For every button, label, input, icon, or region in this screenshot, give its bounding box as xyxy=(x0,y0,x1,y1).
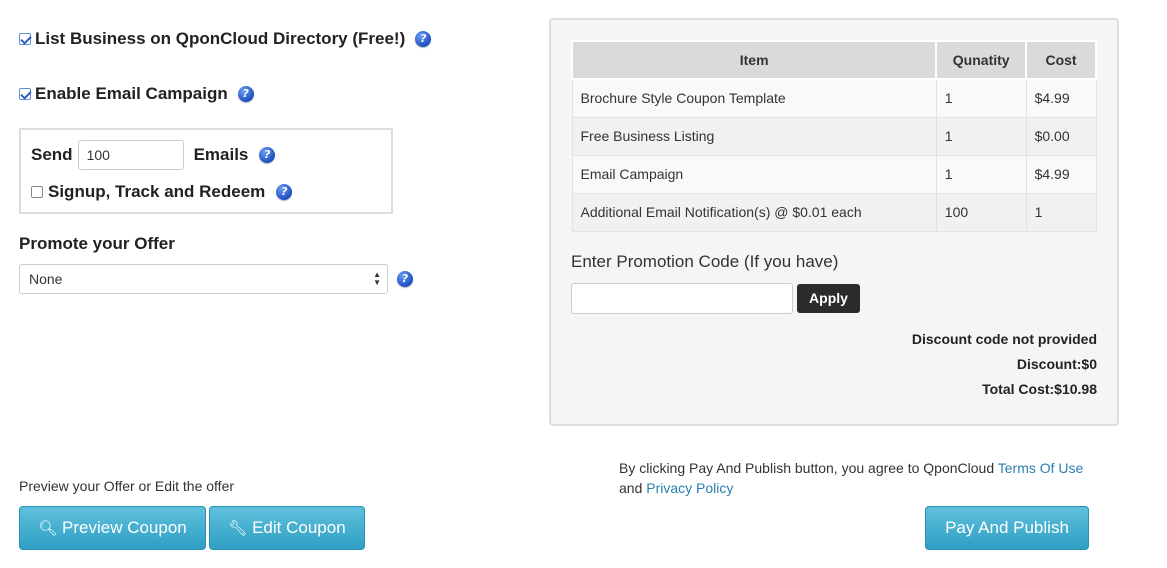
search-icon: 🔍︎ xyxy=(38,520,58,537)
list-business-option: List Business on QponCloud Directory (Fr… xyxy=(19,29,432,49)
promo-code-label: Enter Promotion Code (If you have) xyxy=(571,252,839,271)
preview-instructions: Preview your Offer or Edit the offer xyxy=(19,478,235,494)
and-text: and xyxy=(619,480,647,496)
edit-coupon-label: Edit Coupon xyxy=(252,518,346,537)
quantity-cell: 100 xyxy=(935,192,1027,232)
table-row: Email Campaign 1 $4.99 xyxy=(571,154,1097,194)
preview-coupon-button[interactable]: 🔍︎ Preview Coupon xyxy=(19,506,206,550)
order-table: Item Qunatity Cost Brochure Style Coupon… xyxy=(570,40,1097,232)
promo-code-input[interactable] xyxy=(571,283,793,314)
apply-button[interactable]: Apply xyxy=(797,284,860,313)
item-cell: Brochure Style Coupon Template xyxy=(571,78,937,118)
terms-agreement: By clicking Pay And Publish button, you … xyxy=(619,458,1119,498)
quantity-cell: 1 xyxy=(935,116,1027,156)
email-count-input[interactable] xyxy=(77,140,184,170)
column-header-cost: Cost xyxy=(1025,40,1097,80)
discount-amount: Discount:$0 xyxy=(1016,356,1097,372)
cost-cell: $0.00 xyxy=(1025,116,1097,156)
promote-offer-value: None xyxy=(29,271,63,287)
column-header-item: Item xyxy=(570,40,938,80)
discount-status: Discount code not provided xyxy=(911,331,1097,347)
list-business-checkbox[interactable] xyxy=(19,33,31,45)
table-row: Brochure Style Coupon Template 1 $4.99 xyxy=(571,78,1097,118)
table-row: Additional Email Notification(s) @ $0.01… xyxy=(571,192,1097,232)
email-campaign-checkbox[interactable] xyxy=(19,88,31,100)
quantity-cell: 1 xyxy=(935,154,1027,194)
table-header-row: Item Qunatity Cost xyxy=(570,40,1097,80)
item-cell: Email Campaign xyxy=(571,154,937,194)
select-arrows-icon: ▲ ▼ xyxy=(373,270,381,287)
total-cost: Total Cost:$10.98 xyxy=(982,381,1097,397)
signup-checkbox[interactable] xyxy=(31,186,43,198)
email-campaign-label: Enable Email Campaign xyxy=(35,84,228,103)
signup-label: Signup, Track and Redeem xyxy=(48,182,266,201)
help-icon[interactable]: ? xyxy=(259,147,276,163)
quantity-cell: 1 xyxy=(935,78,1027,118)
list-business-label: List Business on QponCloud Directory (Fr… xyxy=(35,29,406,48)
terms-of-use-link[interactable]: Terms Of Use xyxy=(998,460,1084,476)
emails-label: Emails xyxy=(193,145,249,164)
send-label: Send xyxy=(31,145,73,164)
send-emails-row: Send Emails ? xyxy=(31,140,276,170)
privacy-policy-link[interactable]: Privacy Policy xyxy=(646,480,733,496)
preview-coupon-label: Preview Coupon xyxy=(62,518,187,537)
promote-offer-label: Promote your Offer xyxy=(19,234,175,253)
cost-cell: 1 xyxy=(1025,192,1097,232)
item-cell: Free Business Listing xyxy=(571,116,937,156)
email-campaign-option: Enable Email Campaign ? xyxy=(19,84,254,104)
help-icon[interactable]: ? xyxy=(237,86,254,102)
wrench-icon: 🔧︎ xyxy=(228,520,248,537)
help-icon[interactable]: ? xyxy=(276,184,293,200)
help-icon[interactable]: ? xyxy=(397,271,413,287)
cost-cell: $4.99 xyxy=(1025,154,1097,194)
cost-cell: $4.99 xyxy=(1025,78,1097,118)
promote-offer-select[interactable]: None ▲ ▼ xyxy=(19,264,388,294)
signup-option: Signup, Track and Redeem ? xyxy=(31,182,293,202)
help-icon[interactable]: ? xyxy=(415,31,432,47)
pay-and-publish-button[interactable]: Pay And Publish xyxy=(925,506,1089,550)
agreement-text: By clicking Pay And Publish button, you … xyxy=(619,460,998,476)
edit-coupon-button[interactable]: 🔧︎ Edit Coupon xyxy=(209,506,365,550)
item-cell: Additional Email Notification(s) @ $0.01… xyxy=(571,192,937,232)
column-header-quantity: Qunatity xyxy=(935,40,1028,80)
table-row: Free Business Listing 1 $0.00 xyxy=(571,116,1097,156)
